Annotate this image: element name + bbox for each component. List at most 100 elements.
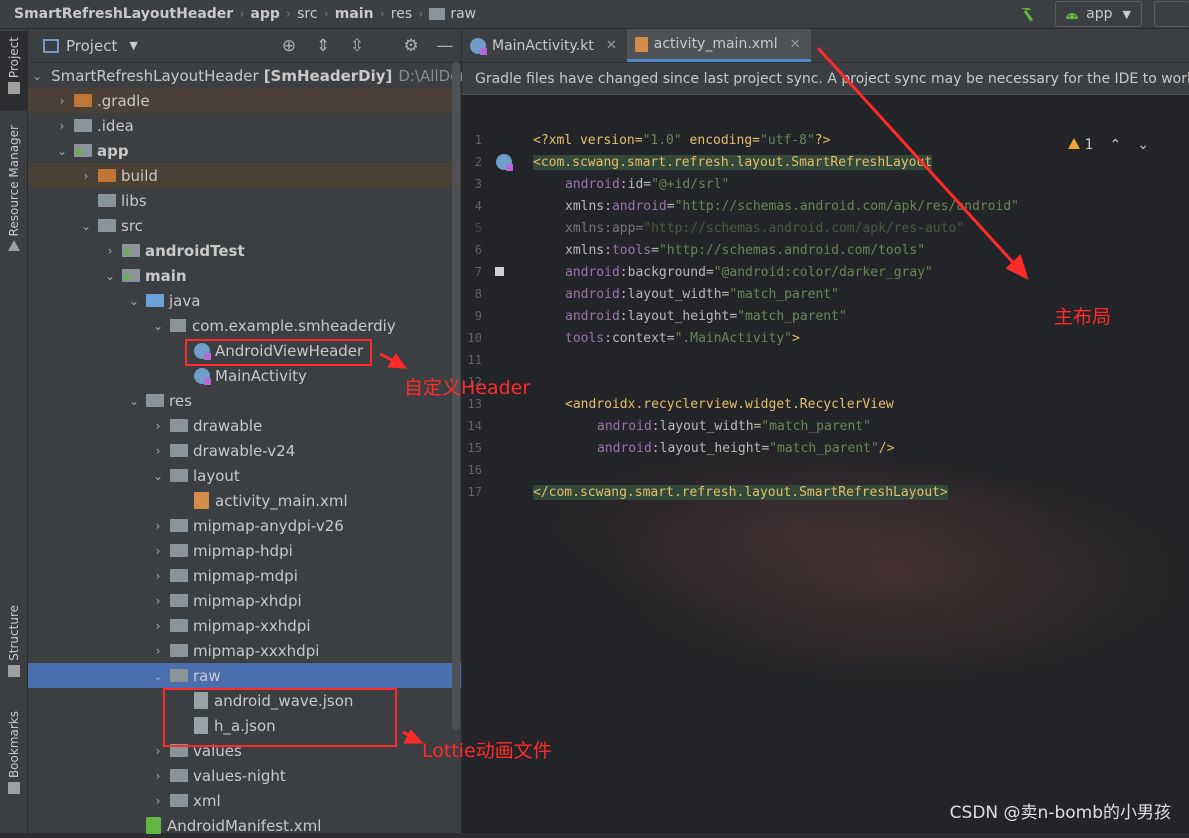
tree-item-mipmap-hdpi[interactable]: › mipmap-hdpi bbox=[28, 538, 461, 563]
project-view-select[interactable]: Project bbox=[66, 37, 117, 55]
chevron-right-icon[interactable]: › bbox=[150, 519, 166, 533]
tree-item-res[interactable]: ⌄ res bbox=[28, 388, 461, 413]
chevron-down-icon[interactable]: ⌄ bbox=[54, 144, 70, 158]
breadcrumb-main[interactable]: main bbox=[335, 6, 374, 22]
chevron-right-icon[interactable]: › bbox=[150, 619, 166, 633]
minimize-icon[interactable]: — bbox=[435, 36, 455, 56]
tree-label: MainActivity bbox=[215, 366, 307, 385]
chevron-right-icon[interactable]: › bbox=[102, 244, 118, 258]
code-line: 13 <androidx.recyclerview.widget.Recycler… bbox=[467, 396, 894, 412]
chevron-right-icon[interactable]: › bbox=[150, 794, 166, 808]
tree-item-mipmap-xxxhdpi[interactable]: › mipmap-xxxhdpi bbox=[28, 638, 461, 663]
tree-item-idea[interactable]: › .idea bbox=[28, 113, 461, 138]
tree-item-layout[interactable]: ⌄ layout bbox=[28, 463, 461, 488]
tree-item-values-night[interactable]: › values-night bbox=[28, 763, 461, 788]
chevron-down-icon[interactable]: ⌄ bbox=[150, 469, 166, 483]
watermark: CSDN @卖n-bomb的小男孩 bbox=[949, 803, 1171, 823]
tree-item-main[interactable]: ⌄ main bbox=[28, 263, 461, 288]
structure-tab[interactable]: Structure bbox=[0, 605, 27, 685]
tab-activity-main-xml[interactable]: activity_main.xml ✕ bbox=[626, 29, 811, 62]
tree-label: .gradle bbox=[97, 91, 150, 110]
highlight-box-header bbox=[185, 339, 372, 366]
chevron-down-icon[interactable]: ⌄ bbox=[150, 669, 166, 683]
structure-label: Structure bbox=[6, 605, 21, 661]
tree-item-libs[interactable]: libs bbox=[28, 188, 461, 213]
close-icon[interactable]: ✕ bbox=[606, 38, 617, 53]
project-tool-tab[interactable]: Project bbox=[0, 31, 27, 111]
tree-item-mipmap-mdpi[interactable]: › mipmap-mdpi bbox=[28, 563, 461, 588]
chevron-right-icon[interactable]: › bbox=[54, 119, 70, 133]
tree-item-mipmap-xxhdpi[interactable]: › mipmap-xxhdpi bbox=[28, 613, 461, 638]
chevron-right-icon[interactable]: › bbox=[150, 444, 166, 458]
resource-manager-tab[interactable]: Resource Manager bbox=[0, 125, 27, 265]
package-icon bbox=[170, 319, 186, 332]
chevron-right-icon[interactable]: › bbox=[150, 419, 166, 433]
tree-item-drawable-v24[interactable]: › drawable-v24 bbox=[28, 438, 461, 463]
annotation-main-layout: 主布局 bbox=[1054, 306, 1112, 328]
tree-label: mipmap-anydpi-v26 bbox=[193, 516, 344, 535]
expand-all-icon[interactable]: ⇕ bbox=[313, 36, 333, 56]
navigation-bar: SmartRefreshLayoutHeader › app › src › m… bbox=[0, 0, 1189, 29]
chevron-right-icon[interactable]: › bbox=[54, 94, 70, 108]
chevron-right-icon[interactable]: › bbox=[150, 544, 166, 558]
tree-item-app[interactable]: ⌄ app bbox=[28, 138, 461, 163]
chevron-down-icon[interactable]: ⌄ bbox=[102, 269, 118, 283]
device-select[interactable] bbox=[1154, 1, 1189, 27]
chevron-right-icon[interactable]: › bbox=[150, 594, 166, 608]
android-icon bbox=[1066, 13, 1079, 19]
tree-item-mipmap-anydpi[interactable]: › mipmap-anydpi-v26 bbox=[28, 513, 461, 538]
tree-item-mipmap-xhdpi[interactable]: › mipmap-xhdpi bbox=[28, 588, 461, 613]
tree-item-raw[interactable]: ⌄ raw bbox=[28, 663, 461, 688]
tree-label: .idea bbox=[97, 116, 134, 135]
breadcrumb-res[interactable]: res bbox=[391, 6, 412, 22]
code-line: 16 bbox=[467, 463, 482, 477]
tree-item-drawable[interactable]: › drawable bbox=[28, 413, 461, 438]
tree-item-build[interactable]: › build bbox=[28, 163, 461, 188]
folder-icon bbox=[170, 769, 188, 782]
tree-item-xml[interactable]: › xml bbox=[28, 788, 461, 813]
root-name: SmartRefreshLayoutHeader bbox=[51, 66, 259, 85]
chevron-down-icon[interactable]: ⌄ bbox=[126, 294, 142, 308]
code-line: 11 bbox=[467, 353, 482, 367]
tab-mainactivity-kt[interactable]: MainActivity.kt ✕ bbox=[462, 29, 627, 62]
folder-icon bbox=[170, 594, 188, 607]
chevron-down-icon[interactable]: ⌄ bbox=[150, 319, 166, 333]
tree-item-gradle[interactable]: › .gradle bbox=[28, 88, 461, 113]
breadcrumb-src[interactable]: src bbox=[297, 6, 317, 22]
class-gutter-icon[interactable] bbox=[496, 154, 513, 171]
bookmarks-tab[interactable]: Bookmarks bbox=[0, 711, 27, 801]
chevron-down-icon[interactable]: ⌄ bbox=[78, 219, 94, 233]
tree-item-src[interactable]: ⌄ src bbox=[28, 213, 461, 238]
code-line: 2 <com.scwang.smart.refresh.layout.Smart… bbox=[474, 154, 933, 171]
tree-item-package[interactable]: ⌄ com.example.smheaderdiy bbox=[28, 313, 461, 338]
chevron-down-icon[interactable]: ▼ bbox=[129, 39, 137, 52]
run-configuration-select[interactable]: app ▼ bbox=[1055, 1, 1142, 27]
tree-item-androidtest[interactable]: › androidTest bbox=[28, 238, 461, 263]
breadcrumb-app[interactable]: app bbox=[250, 6, 280, 22]
color-swatch-icon[interactable] bbox=[495, 267, 504, 276]
tree-label: mipmap-hdpi bbox=[193, 541, 293, 560]
code-line: 14 android:layout_width="match_parent" bbox=[467, 418, 871, 434]
locate-icon[interactable]: ⊕ bbox=[279, 36, 299, 56]
folder-icon bbox=[170, 444, 188, 457]
chevron-right-icon[interactable]: › bbox=[150, 644, 166, 658]
chevron-right-icon[interactable]: › bbox=[150, 769, 166, 783]
chevron-down-icon[interactable]: ⌄ bbox=[126, 394, 142, 408]
collapse-all-icon[interactable]: ⇳ bbox=[347, 36, 367, 56]
tree-item-java[interactable]: ⌄ java bbox=[28, 288, 461, 313]
bookmarks-label: Bookmarks bbox=[6, 711, 21, 779]
chevron-right-icon[interactable]: › bbox=[78, 169, 94, 183]
breadcrumb-raw[interactable]: raw bbox=[450, 6, 476, 22]
breadcrumb-project[interactable]: SmartRefreshLayoutHeader bbox=[14, 6, 233, 22]
chevron-down-icon[interactable]: ⌄ bbox=[32, 69, 42, 83]
tree-item-mainactivity[interactable]: MainActivity bbox=[28, 363, 461, 388]
tree-label: xml bbox=[193, 791, 221, 810]
gear-icon[interactable]: ⚙ bbox=[401, 36, 421, 56]
tree-item-root[interactable]: ⌄ SmartRefreshLayoutHeader [SmHeaderDiy]… bbox=[28, 63, 483, 88]
chevron-right-icon[interactable]: › bbox=[150, 569, 166, 583]
build-hammer-icon[interactable] bbox=[1017, 4, 1041, 24]
tree-label: res bbox=[169, 391, 192, 410]
tree-item-android-manifest[interactable]: AndroidManifest.xml bbox=[28, 813, 461, 838]
tree-item-activity-main-xml[interactable]: activity_main.xml bbox=[28, 488, 461, 513]
close-icon[interactable]: ✕ bbox=[790, 37, 801, 52]
